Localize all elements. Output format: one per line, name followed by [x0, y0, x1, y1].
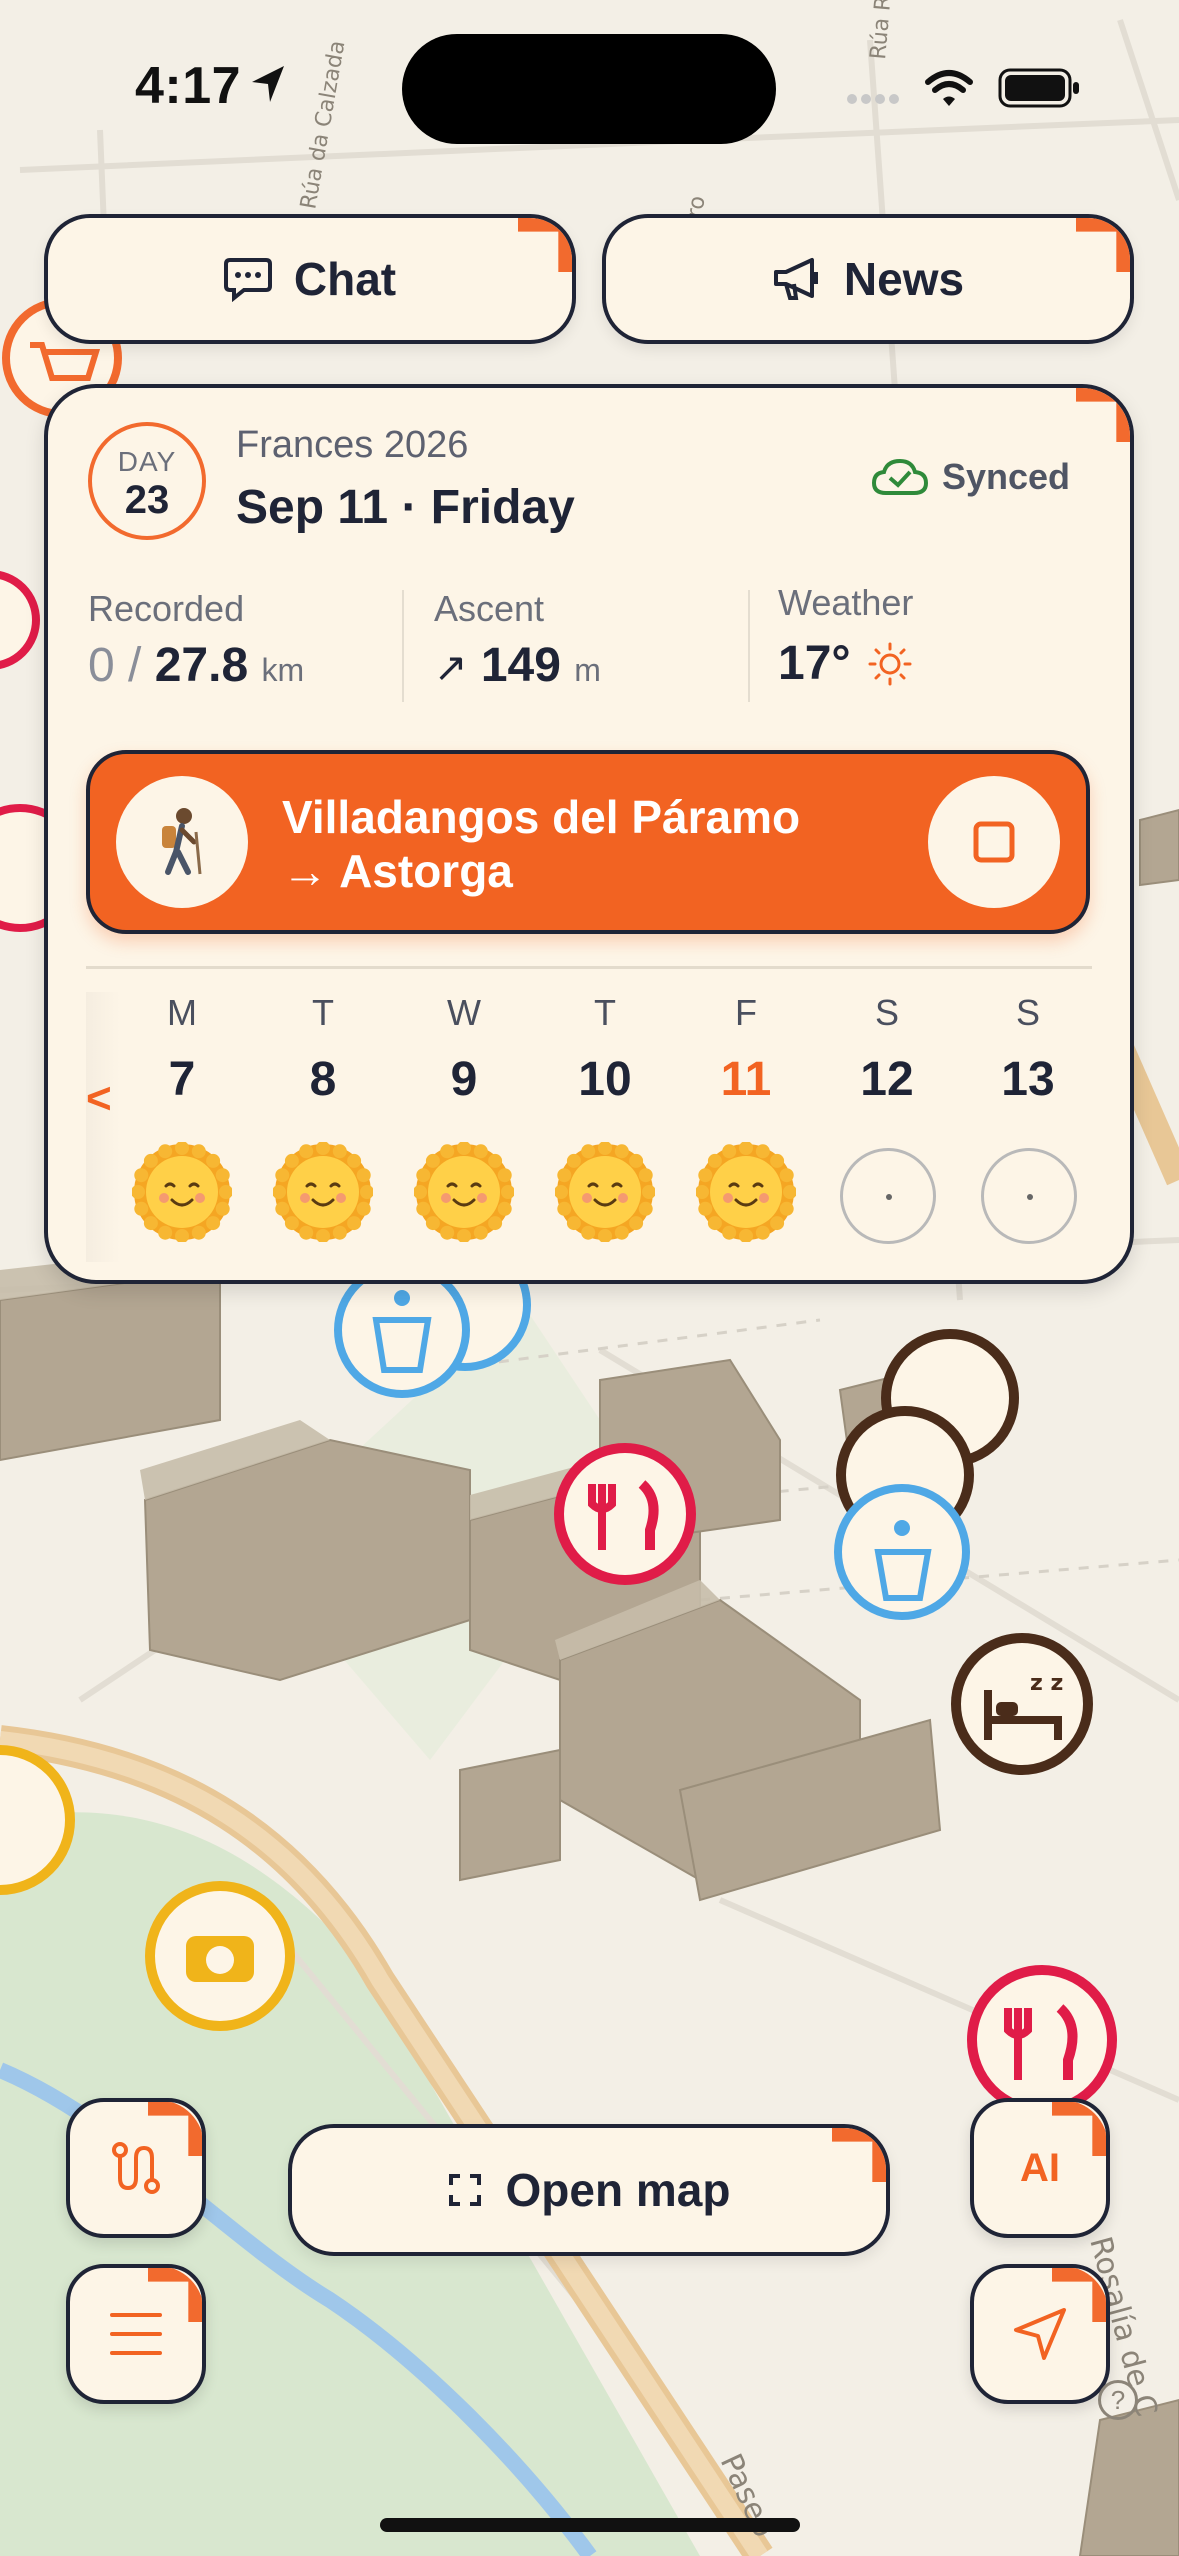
- sun-icon: [868, 642, 912, 685]
- weekday-letter: S: [1015, 992, 1040, 1033]
- day-number: 11: [720, 1053, 772, 1106]
- day-number: 12: [860, 1053, 914, 1106]
- locate-button[interactable]: [970, 2264, 1110, 2404]
- day-number: 10: [578, 1053, 632, 1106]
- day-number: 23: [124, 478, 170, 522]
- stop-tracking-button[interactable]: [928, 776, 1060, 908]
- weekday-letter: F: [735, 992, 757, 1033]
- ascent-value: 149: [480, 639, 561, 692]
- sun-smile-icon: [555, 1142, 655, 1242]
- svg-text:z z: z z: [1030, 1671, 1063, 1696]
- open-map-button[interactable]: Open map: [288, 2124, 890, 2256]
- weekday-letter: W: [447, 992, 481, 1033]
- hiker-icon: [162, 808, 202, 875]
- sync-label: Synced: [941, 456, 1070, 497]
- weather-label: Weather: [778, 582, 914, 623]
- recorded-total: 27.8: [154, 639, 249, 692]
- route-destination: → Astorga: [282, 845, 513, 897]
- route-start: Villadangos del Páramo: [282, 791, 801, 843]
- weather-value: 17°: [778, 637, 851, 690]
- corner-accent: [832, 2128, 886, 2182]
- wifi-icon: [925, 70, 973, 106]
- day-label: DAY: [117, 446, 177, 477]
- dynamic-island: [402, 34, 776, 144]
- ascent-arrow-icon: ↗: [434, 646, 468, 690]
- home-indicator: [380, 2518, 800, 2532]
- day-number: 7: [168, 1053, 196, 1106]
- divider: [86, 966, 1092, 969]
- empty-day-marker: [981, 1148, 1077, 1244]
- day-number: 9: [450, 1053, 478, 1106]
- chat-bubble-icon: [223, 258, 272, 302]
- battery-icon: [998, 68, 1079, 108]
- current-date: Sep 11 · Friday: [236, 481, 575, 534]
- sync-status[interactable]: Synced: [870, 456, 1070, 498]
- corner-accent: [1076, 388, 1130, 442]
- recorded-current: 0 /: [88, 639, 142, 692]
- megaphone-icon: [773, 258, 818, 300]
- recorded-label: Recorded: [88, 588, 245, 629]
- ascent-stat: Ascent ↗ 149 m: [434, 588, 601, 693]
- weekday-letter: M: [167, 992, 197, 1033]
- corner-accent: [1076, 218, 1130, 272]
- day-number: 13: [1001, 1053, 1055, 1106]
- weekday-letter: T: [312, 992, 334, 1033]
- day-number: 8: [309, 1053, 337, 1106]
- day-badge: DAY 23: [88, 422, 206, 540]
- news-button[interactable]: News: [602, 214, 1134, 344]
- ascent-label: Ascent: [434, 588, 545, 629]
- sun-smile-icon: [273, 1142, 373, 1242]
- weather-stat: Weather 17°: [778, 582, 913, 691]
- open-map-label: Open map: [505, 2164, 731, 2216]
- menu-button[interactable]: [66, 2264, 206, 2404]
- location-arrow-icon: [252, 66, 284, 102]
- cloud-check-icon: [871, 458, 928, 495]
- week-calendar[interactable]: < M 7 T 8 W 9 T 10 F 11 S 12 S 13: [86, 992, 1090, 1262]
- sun-smile-icon: [414, 1142, 514, 1242]
- previous-week-button[interactable]: <: [86, 1074, 112, 1124]
- corner-accent: [1052, 2268, 1106, 2322]
- trip-name: Frances 2026: [236, 424, 469, 466]
- stop-icon: [973, 821, 1015, 863]
- route-text: Villadangos del Páramo → Astorga: [282, 790, 800, 898]
- stat-divider: [748, 590, 750, 702]
- corner-accent: [148, 2268, 202, 2322]
- status-bar: 4:17: [0, 0, 1179, 170]
- chat-button[interactable]: Chat: [44, 214, 576, 344]
- status-time: 4:17: [135, 57, 242, 115]
- recorded-unit: km: [261, 652, 305, 688]
- corner-accent: [1052, 2102, 1106, 2156]
- help-icon[interactable]: ?: [1098, 2380, 1138, 2420]
- weekday-letter: T: [594, 992, 616, 1033]
- weekday-letter: S: [874, 992, 899, 1033]
- corner-accent: [518, 218, 572, 272]
- sun-smile-icon: [696, 1142, 796, 1242]
- day-card[interactable]: DAY 23 Frances 2026 Sep 11 · Friday Sync…: [44, 384, 1134, 1284]
- sun-smile-icon: [132, 1142, 232, 1242]
- stat-divider: [402, 590, 404, 702]
- ai-button[interactable]: AI: [970, 2098, 1110, 2238]
- news-label: News: [843, 253, 965, 305]
- corner-accent: [148, 2102, 202, 2156]
- active-route-banner[interactable]: Villadangos del Páramo → Astorga: [86, 750, 1090, 934]
- hiker-avatar: [116, 776, 248, 908]
- week-fade: [86, 992, 120, 1262]
- chat-label: Chat: [293, 253, 397, 305]
- empty-day-marker: [840, 1148, 936, 1244]
- cellular-signal-icon: [847, 94, 899, 104]
- route-button[interactable]: [66, 2098, 206, 2238]
- ascent-unit: m: [574, 652, 601, 688]
- recorded-stat: Recorded 0 / 27.8 km: [88, 588, 304, 693]
- expand-icon: [448, 2174, 481, 2206]
